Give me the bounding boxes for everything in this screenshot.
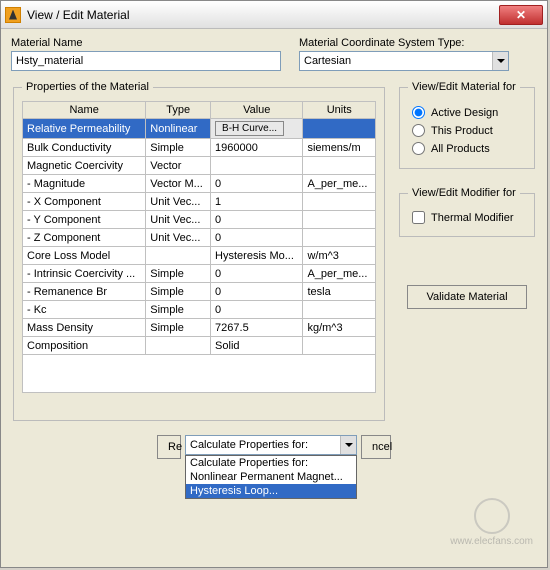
properties-table: Name Type Value Units Relative Permeabil…	[22, 101, 376, 393]
bh-curve-button[interactable]: B-H Curve...	[211, 119, 303, 139]
close-button[interactable]: ✕	[499, 5, 543, 25]
watermark: www.elecfans.com	[450, 498, 533, 547]
table-row[interactable]: - X ComponentUnit Vec...1	[23, 193, 376, 211]
calculate-properties-select[interactable]: Calculate Properties for:	[185, 435, 357, 455]
bottom-button-area: Re Calculate Properties for: Calculate P…	[11, 435, 537, 459]
reset-button-partial[interactable]: Re	[157, 435, 181, 459]
table-row[interactable]: Core Loss ModelHysteresis Mo...w/m^3	[23, 247, 376, 265]
radio-all-products[interactable]	[412, 142, 425, 155]
modifier-for-legend: View/Edit Modifier for	[408, 187, 520, 199]
view-edit-for-legend: View/Edit Material for	[408, 81, 520, 93]
table-row[interactable]: Magnetic CoercivityVector	[23, 157, 376, 175]
chevron-down-icon	[492, 52, 508, 70]
window-title: View / Edit Material	[27, 8, 499, 22]
title-bar: View / Edit Material ✕	[1, 1, 547, 29]
app-icon	[5, 7, 21, 23]
validate-material-button[interactable]: Validate Material	[407, 285, 527, 309]
table-row[interactable]: - Z ComponentUnit Vec...0	[23, 229, 376, 247]
table-row[interactable]: - KcSimple0	[23, 301, 376, 319]
table-row[interactable]: Mass DensitySimple7267.5kg/m^3	[23, 319, 376, 337]
table-row[interactable]: - Remanence BrSimple0tesla	[23, 283, 376, 301]
cancel-button-partial[interactable]: ncel	[361, 435, 391, 459]
dropdown-option-selected[interactable]: Hysteresis Loop...	[186, 484, 356, 498]
properties-legend: Properties of the Material	[22, 81, 153, 93]
table-row[interactable]: - MagnitudeVector M...0A_per_me...	[23, 175, 376, 193]
dialog-content: Material Name Material Coordinate System…	[1, 29, 547, 467]
watermark-logo-icon	[474, 498, 510, 534]
properties-fieldset: Properties of the Material Name Type Val…	[13, 81, 385, 421]
table-row	[23, 355, 376, 393]
col-units[interactable]: Units	[303, 102, 376, 119]
dropdown-option[interactable]: Calculate Properties for:	[186, 456, 356, 470]
coord-system-label: Material Coordinate System Type:	[299, 37, 509, 49]
thermal-modifier-checkbox[interactable]	[412, 211, 425, 224]
dialog-window: View / Edit Material ✕ Material Name Mat…	[0, 0, 548, 568]
table-row[interactable]: - Y ComponentUnit Vec...0	[23, 211, 376, 229]
coord-system-value: Cartesian	[300, 55, 492, 67]
table-row[interactable]: - Intrinsic Coercivity ...Simple0A_per_m…	[23, 265, 376, 283]
table-row[interactable]: CompositionSolid	[23, 337, 376, 355]
material-name-label: Material Name	[11, 37, 281, 49]
radio-active-design[interactable]	[412, 106, 425, 119]
table-row[interactable]: Bulk ConductivitySimple1960000siemens/m	[23, 139, 376, 157]
watermark-text: www.elecfans.com	[450, 536, 533, 547]
calculate-dropdown-list: Calculate Properties for: Nonlinear Perm…	[185, 455, 357, 499]
modifier-for-fieldset: View/Edit Modifier for Thermal Modifier	[399, 187, 535, 237]
close-icon: ✕	[516, 8, 526, 22]
table-row[interactable]: Relative Permeability Nonlinear B-H Curv…	[23, 119, 376, 139]
col-name[interactable]: Name	[23, 102, 146, 119]
radio-this-product[interactable]	[412, 124, 425, 137]
dropdown-option[interactable]: Nonlinear Permanent Magnet...	[186, 470, 356, 484]
chevron-down-icon	[340, 436, 356, 454]
col-value[interactable]: Value	[211, 102, 303, 119]
coord-system-select[interactable]: Cartesian	[299, 51, 509, 71]
material-name-input[interactable]	[11, 51, 281, 71]
view-edit-for-fieldset: View/Edit Material for Active Design Thi…	[399, 81, 535, 169]
col-type[interactable]: Type	[146, 102, 211, 119]
